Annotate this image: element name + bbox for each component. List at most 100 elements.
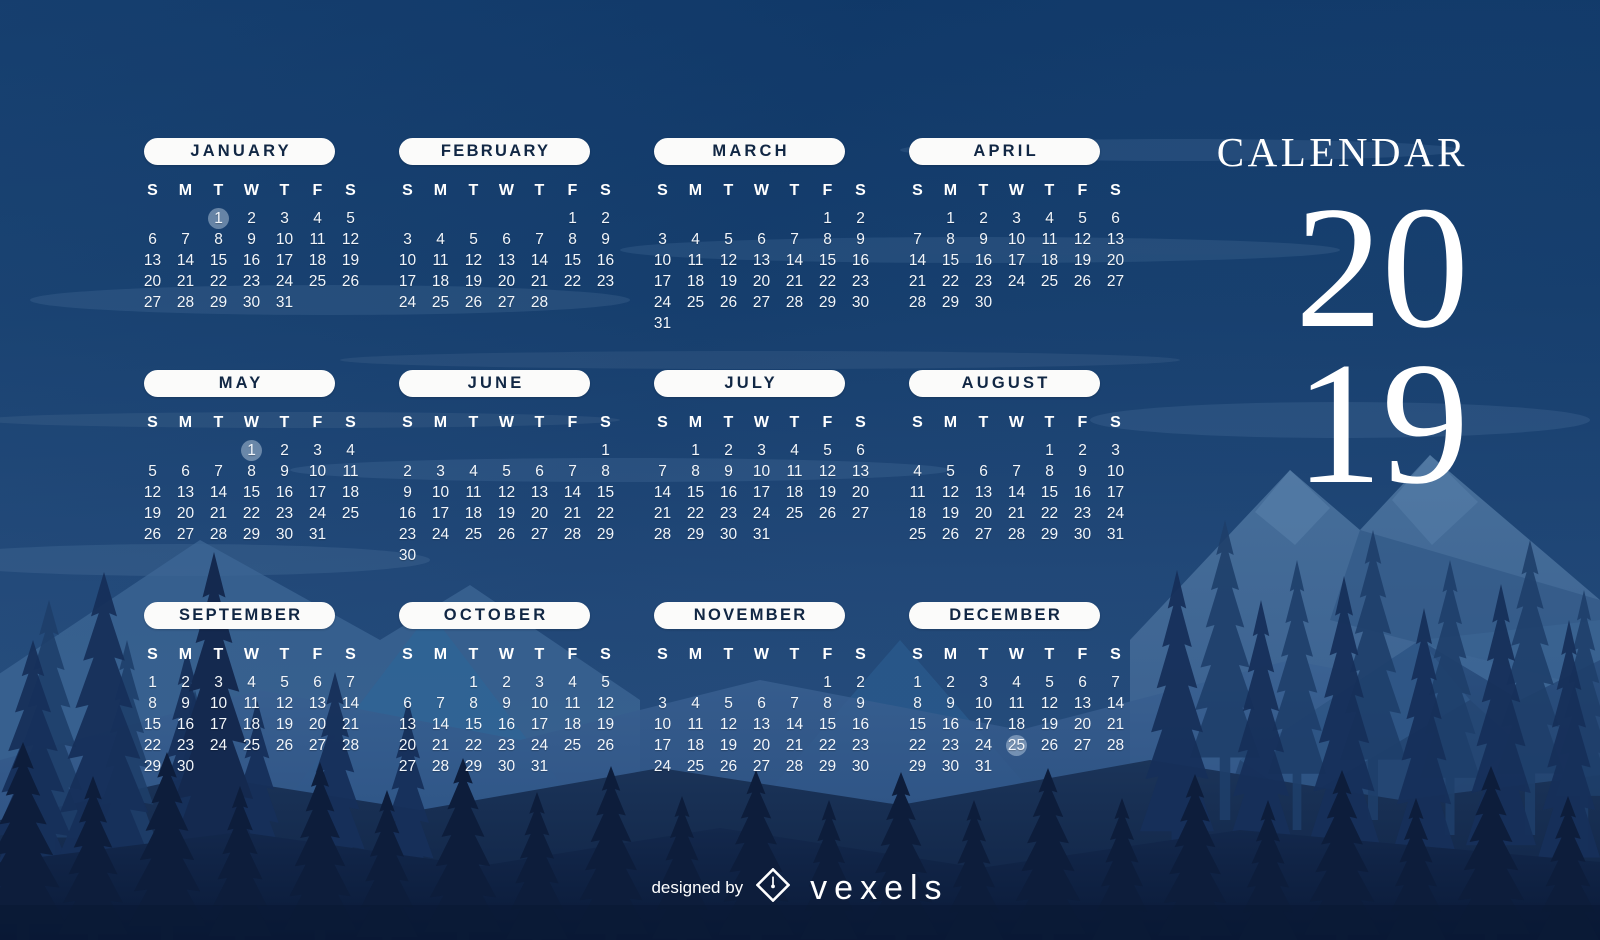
day-cell[interactable]: 10 bbox=[204, 693, 233, 714]
day-cell[interactable]: 23 bbox=[1068, 503, 1097, 524]
day-cell[interactable]: 13 bbox=[1068, 693, 1097, 714]
day-cell[interactable]: 17 bbox=[747, 482, 776, 503]
day-cell[interactable]: 4 bbox=[459, 461, 488, 482]
day-cell[interactable]: 18 bbox=[558, 714, 587, 735]
day-cell[interactable]: 2 bbox=[393, 461, 422, 482]
day-cell[interactable]: 20 bbox=[303, 714, 332, 735]
day-cell[interactable]: 5 bbox=[714, 693, 743, 714]
day-cell[interactable]: 8 bbox=[237, 461, 266, 482]
day-cell[interactable]: 20 bbox=[846, 482, 875, 503]
day-cell[interactable]: 1 bbox=[591, 440, 620, 461]
day-cell[interactable]: 10 bbox=[426, 482, 455, 503]
day-cell[interactable]: 9 bbox=[270, 461, 299, 482]
day-cell[interactable]: 19 bbox=[336, 250, 365, 271]
day-cell[interactable]: 12 bbox=[591, 693, 620, 714]
month-block-july[interactable]: JULY S M T W T F S 1 2 3 4 5 6 7 8 9 10 11 12 13 14 15 16 17 18 19… bbox=[640, 370, 895, 566]
day-cell[interactable]: 17 bbox=[303, 482, 332, 503]
day-cell[interactable]: 30 bbox=[936, 756, 965, 777]
day-cell[interactable]: 15 bbox=[558, 250, 587, 271]
day-cell[interactable]: 11 bbox=[1002, 693, 1031, 714]
day-cell[interactable]: 6 bbox=[1101, 208, 1130, 229]
day-cell[interactable]: 27 bbox=[171, 524, 200, 545]
day-cell[interactable]: 30 bbox=[270, 524, 299, 545]
month-name-pill[interactable]: MAY bbox=[144, 370, 335, 397]
day-cell[interactable]: 15 bbox=[813, 714, 842, 735]
day-cell[interactable]: 18 bbox=[303, 250, 332, 271]
day-cell[interactable]: 9 bbox=[936, 693, 965, 714]
day-cell[interactable]: 9 bbox=[237, 229, 266, 250]
day-cell[interactable]: 20 bbox=[393, 735, 422, 756]
day-cell[interactable]: 26 bbox=[591, 735, 620, 756]
day-cell[interactable]: 22 bbox=[591, 503, 620, 524]
day-cell[interactable]: 4 bbox=[780, 440, 809, 461]
day-cell[interactable]: 12 bbox=[714, 250, 743, 271]
day-cell[interactable]: 22 bbox=[237, 503, 266, 524]
day-cell[interactable]: 19 bbox=[813, 482, 842, 503]
day-cell[interactable]: 3 bbox=[969, 672, 998, 693]
day-cell[interactable]: 21 bbox=[903, 271, 932, 292]
day-cell[interactable]: 13 bbox=[846, 461, 875, 482]
day-cell[interactable]: 3 bbox=[204, 672, 233, 693]
day-cell[interactable]: 25 bbox=[681, 756, 710, 777]
day-cell[interactable]: 13 bbox=[747, 250, 776, 271]
day-cell[interactable]: 10 bbox=[303, 461, 332, 482]
day-cell[interactable]: 15 bbox=[1035, 482, 1064, 503]
day-cell[interactable]: 7 bbox=[1002, 461, 1031, 482]
day-cell[interactable]: 28 bbox=[780, 756, 809, 777]
day-cell[interactable]: 23 bbox=[171, 735, 200, 756]
day-cell[interactable]: 15 bbox=[903, 714, 932, 735]
day-cell[interactable]: 30 bbox=[1068, 524, 1097, 545]
day-cell[interactable]: 2 bbox=[171, 672, 200, 693]
day-cell[interactable]: 1 bbox=[138, 672, 167, 693]
day-cell[interactable]: 26 bbox=[1035, 735, 1064, 756]
day-cell[interactable]: 29 bbox=[813, 756, 842, 777]
month-name-pill[interactable]: JULY bbox=[654, 370, 845, 397]
day-cell[interactable]: 22 bbox=[903, 735, 932, 756]
day-cell[interactable]: 22 bbox=[204, 271, 233, 292]
day-cell[interactable]: 6 bbox=[171, 461, 200, 482]
day-cell[interactable]: 23 bbox=[846, 735, 875, 756]
day-cell[interactable]: 27 bbox=[393, 756, 422, 777]
day-cell[interactable]: 13 bbox=[525, 482, 554, 503]
day-cell[interactable]: 18 bbox=[780, 482, 809, 503]
day-cell[interactable]: 25 bbox=[336, 503, 365, 524]
day-cell[interactable]: 21 bbox=[1101, 714, 1130, 735]
day-cell[interactable]: 4 bbox=[903, 461, 932, 482]
day-cell[interactable]: 5 bbox=[936, 461, 965, 482]
day-cell[interactable]: 1 bbox=[813, 672, 842, 693]
day-cell[interactable]: 4 bbox=[426, 229, 455, 250]
day-cell[interactable]: 24 bbox=[648, 292, 677, 313]
day-cell[interactable]: 12 bbox=[336, 229, 365, 250]
day-cell[interactable]: 14 bbox=[204, 482, 233, 503]
day-cell[interactable]: 11 bbox=[681, 714, 710, 735]
day-cell[interactable]: 21 bbox=[780, 735, 809, 756]
day-cell[interactable]: 24 bbox=[1002, 271, 1031, 292]
day-cell[interactable]: 11 bbox=[558, 693, 587, 714]
day-cell[interactable]: 1 bbox=[903, 672, 932, 693]
day-cell[interactable]: 26 bbox=[813, 503, 842, 524]
day-cell[interactable]: 5 bbox=[459, 229, 488, 250]
day-cell[interactable]: 7 bbox=[1101, 672, 1130, 693]
day-cell[interactable]: 13 bbox=[393, 714, 422, 735]
day-cell[interactable]: 26 bbox=[138, 524, 167, 545]
day-cell[interactable]: 27 bbox=[969, 524, 998, 545]
day-cell[interactable]: 25 bbox=[903, 524, 932, 545]
day-cell[interactable]: 31 bbox=[303, 524, 332, 545]
day-cell[interactable]: 13 bbox=[969, 482, 998, 503]
day-cell[interactable]: 26 bbox=[714, 292, 743, 313]
day-cell[interactable]: 26 bbox=[1068, 271, 1097, 292]
day-cell[interactable]: 18 bbox=[1035, 250, 1064, 271]
day-cell[interactable]: 7 bbox=[780, 693, 809, 714]
day-cell[interactable]: 12 bbox=[1035, 693, 1064, 714]
month-block-june[interactable]: JUNE S M T W T F S 1 2 3 4 5 6 7 8 9 10 11 12 13 14 15 16 17 18 19… bbox=[385, 370, 640, 566]
day-cell[interactable]: 1 bbox=[681, 440, 710, 461]
day-cell[interactable]: 27 bbox=[1068, 735, 1097, 756]
month-name-pill[interactable]: FEBRUARY bbox=[399, 138, 590, 165]
day-cell[interactable]: 19 bbox=[138, 503, 167, 524]
day-cell[interactable]: 3 bbox=[393, 229, 422, 250]
day-cell[interactable]: 29 bbox=[1035, 524, 1064, 545]
day-cell[interactable]: 25 bbox=[237, 735, 266, 756]
day-cell[interactable]: 19 bbox=[1068, 250, 1097, 271]
day-cell[interactable]: 8 bbox=[813, 229, 842, 250]
day-cell[interactable]: 13 bbox=[1101, 229, 1130, 250]
